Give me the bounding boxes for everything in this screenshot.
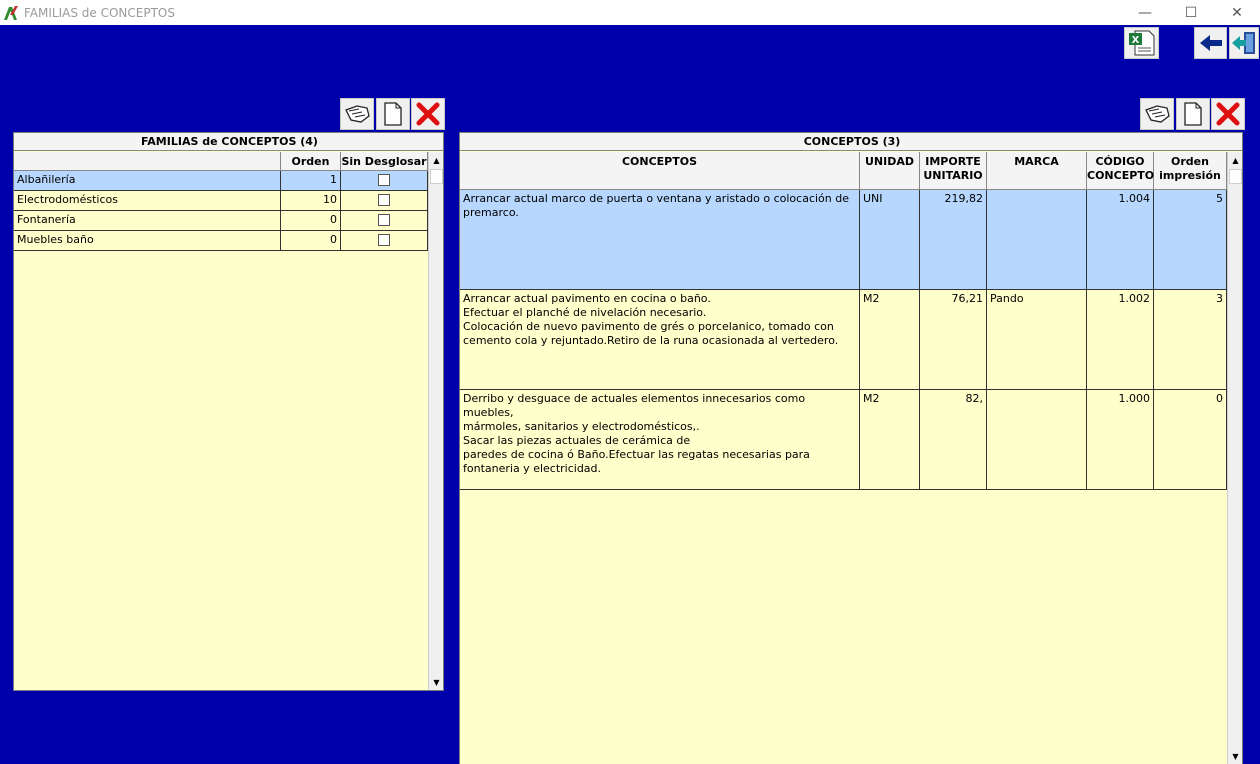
edit-family-button[interactable]: [340, 98, 374, 130]
concept-row-orden[interactable]: 3: [1154, 290, 1227, 390]
concept-row-codigo[interactable]: 1.000: [1087, 390, 1154, 490]
family-row-orden[interactable]: 0: [281, 231, 341, 251]
excel-export-icon: X: [1128, 30, 1154, 56]
delete-concept-button[interactable]: [1211, 98, 1245, 130]
excel-export-button[interactable]: X: [1124, 27, 1159, 59]
new-document-icon: [384, 102, 402, 126]
family-row-orden[interactable]: 10: [281, 191, 341, 211]
sin-desglosar-checkbox[interactable]: [378, 194, 390, 206]
concept-row-marca[interactable]: [987, 190, 1087, 290]
scroll-up-arrow-icon[interactable]: ▲: [1228, 152, 1242, 169]
families-scrollbar[interactable]: ▲ ▼: [428, 152, 443, 690]
scroll-thumb[interactable]: [430, 169, 443, 184]
scroll-down-arrow-icon[interactable]: ▼: [1228, 748, 1242, 764]
families-header-sin-desglosar[interactable]: Sin Desglosar: [341, 152, 428, 171]
family-row-name[interactable]: Albañilería: [14, 171, 281, 191]
concept-row-text[interactable]: Arrancar actual marco de puerta o ventan…: [460, 190, 860, 290]
back-arrow-icon: [1199, 35, 1222, 51]
maximize-button[interactable]: ☐: [1168, 0, 1214, 25]
family-row-orden[interactable]: 0: [281, 211, 341, 231]
concept-row-unidad[interactable]: M2: [860, 390, 920, 490]
app-logo-icon: [4, 5, 18, 20]
concept-row-unidad[interactable]: M2: [860, 290, 920, 390]
concepts-scrollbar[interactable]: ▲ ▼: [1227, 152, 1242, 764]
scroll-down-arrow-icon[interactable]: ▼: [429, 674, 443, 690]
svg-text:X: X: [1131, 35, 1139, 46]
sin-desglosar-checkbox[interactable]: [378, 174, 390, 186]
concept-row-importe[interactable]: 76,21: [920, 290, 987, 390]
families-panel: FAMILIAS de CONCEPTOS (4) Orden Sin Desg…: [13, 132, 444, 691]
edit-hand-icon: [345, 105, 370, 123]
exit-button[interactable]: [1229, 27, 1259, 59]
families-title: FAMILIAS de CONCEPTOS (4): [14, 133, 443, 151]
concepts-header-codigo[interactable]: CÓDIGO CONCEPTO: [1087, 152, 1154, 190]
sin-desglosar-checkbox[interactable]: [378, 214, 390, 226]
concept-row-codigo[interactable]: 1.002: [1087, 290, 1154, 390]
concept-row-orden[interactable]: 5: [1154, 190, 1227, 290]
concepts-header-marca[interactable]: MARCA: [987, 152, 1087, 190]
scroll-thumb[interactable]: [1229, 169, 1242, 184]
concept-row-text[interactable]: Arrancar actual pavimento en cocina o ba…: [460, 290, 860, 390]
family-row-name[interactable]: Muebles baño: [14, 231, 281, 251]
concepts-header-concepto[interactable]: CONCEPTOS: [460, 152, 860, 190]
new-concept-button[interactable]: [1176, 98, 1210, 130]
family-row-sin-cell: [341, 171, 428, 191]
concept-row-marca[interactable]: [987, 390, 1087, 490]
minimize-button[interactable]: —: [1122, 0, 1168, 25]
concept-row-marca[interactable]: Pando: [987, 290, 1087, 390]
concepts-title: CONCEPTOS (3): [460, 133, 1242, 151]
window-title: FAMILIAS de CONCEPTOS: [24, 5, 175, 20]
delete-x-icon: [1216, 102, 1240, 126]
edit-hand-icon: [1145, 105, 1170, 123]
families-header-orden[interactable]: Orden: [281, 152, 341, 171]
delete-x-icon: [416, 102, 440, 126]
new-document-icon: [1184, 102, 1202, 126]
new-family-button[interactable]: [376, 98, 410, 130]
concept-row-importe[interactable]: 82,: [920, 390, 987, 490]
family-row-orden[interactable]: 1: [281, 171, 341, 191]
family-row-sin-cell: [341, 231, 428, 251]
families-header-name[interactable]: [14, 152, 281, 171]
back-button[interactable]: [1194, 27, 1227, 59]
concept-row-codigo[interactable]: 1.004: [1087, 190, 1154, 290]
exit-door-icon: [1232, 32, 1255, 54]
concepts-header-unidad[interactable]: UNIDAD: [860, 152, 920, 190]
sin-desglosar-checkbox[interactable]: [378, 234, 390, 246]
close-button[interactable]: ✕: [1214, 0, 1260, 25]
concept-row-importe[interactable]: 219,82: [920, 190, 987, 290]
concepts-panel: CONCEPTOS (3) CONCEPTOS UNIDAD IMPORTE U…: [459, 132, 1243, 764]
concept-row-orden[interactable]: 0: [1154, 390, 1227, 490]
family-row-sin-cell: [341, 211, 428, 231]
concept-row-text[interactable]: Derribo y desguace de actuales elementos…: [460, 390, 860, 490]
concepts-header-importe[interactable]: IMPORTE UNITARIO: [920, 152, 987, 190]
family-row-sin-cell: [341, 191, 428, 211]
delete-family-button[interactable]: [411, 98, 445, 130]
family-row-name[interactable]: Fontanería: [14, 211, 281, 231]
edit-concept-button[interactable]: [1140, 98, 1174, 130]
title-bar: FAMILIAS de CONCEPTOS — ☐ ✕: [0, 0, 1260, 25]
concepts-header-orden[interactable]: Orden impresión: [1154, 152, 1227, 190]
family-row-name[interactable]: Electrodomésticos: [14, 191, 281, 211]
concept-row-unidad[interactable]: UNI: [860, 190, 920, 290]
scroll-up-arrow-icon[interactable]: ▲: [429, 152, 443, 169]
